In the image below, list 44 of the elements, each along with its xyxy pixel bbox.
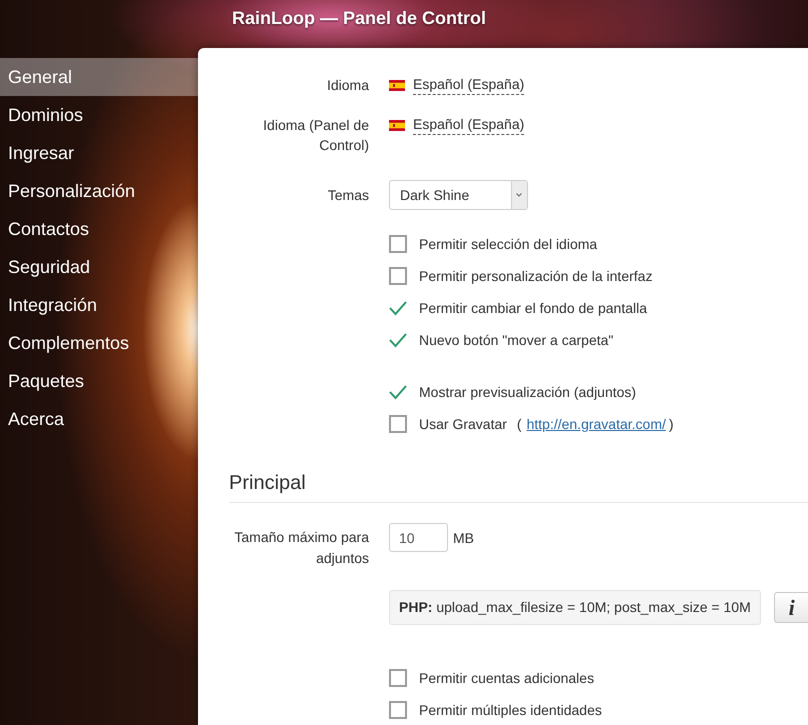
unit-label: MB bbox=[453, 528, 474, 548]
sidebar-item[interactable]: Paquetes bbox=[0, 362, 198, 400]
sidebar-item[interactable]: Personalización bbox=[0, 172, 198, 210]
window-title: RainLoop — Panel de Control bbox=[232, 7, 486, 30]
checkbox-label[interactable]: Permitir personalización de la interfaz bbox=[419, 266, 652, 286]
theme-select[interactable]: Dark Shine bbox=[389, 180, 528, 210]
checkbox-label[interactable]: Permitir cuentas adicionales bbox=[419, 668, 594, 688]
size-input[interactable]: 10 bbox=[389, 523, 448, 552]
section-heading: Principal bbox=[229, 471, 306, 495]
checkbox-label[interactable]: Nuevo botón "mover a carpeta" bbox=[419, 330, 614, 350]
checkbox[interactable] bbox=[389, 267, 407, 285]
checkbox[interactable] bbox=[389, 331, 407, 349]
language-link[interactable]: Español (España) bbox=[413, 115, 524, 135]
checkbox-label[interactable]: Permitir múltiples identidades bbox=[419, 700, 602, 720]
checkbox-label[interactable]: Permitir selección del idioma bbox=[419, 234, 598, 254]
info-button[interactable]: i bbox=[774, 592, 808, 623]
flag-icon bbox=[389, 80, 405, 90]
checkbox[interactable] bbox=[389, 383, 407, 401]
sidebar-item[interactable]: Dominios bbox=[0, 96, 198, 134]
field-label: Temas bbox=[328, 186, 369, 205]
sidebar-item[interactable]: Contactos bbox=[0, 210, 198, 248]
field-label: Idioma bbox=[326, 76, 369, 95]
sidebar-item[interactable]: Seguridad bbox=[0, 248, 198, 286]
checkbox[interactable] bbox=[389, 669, 407, 687]
checkbox-label[interactable]: Usar Gravatar bbox=[419, 414, 507, 434]
website-link[interactable]: http://en.gravatar.com/ bbox=[526, 416, 666, 432]
field-label: Tamaño máximo para adjuntos bbox=[233, 528, 369, 568]
language-link[interactable]: Español (España) bbox=[413, 75, 524, 95]
field-label: Idioma (Panel de Control) bbox=[262, 116, 369, 155]
checkbox[interactable] bbox=[389, 299, 407, 317]
link-note: ( http://en.gravatar.com/ ) bbox=[516, 415, 674, 434]
sidebar-item[interactable]: Integración bbox=[0, 286, 198, 324]
sidebar-item[interactable]: Complementos bbox=[0, 324, 198, 362]
checkbox-label[interactable]: Mostrar previsualización (adjuntos) bbox=[419, 382, 636, 402]
flag-icon bbox=[389, 120, 405, 130]
checkbox[interactable] bbox=[389, 701, 407, 719]
php-limits-note: PHP: upload_max_filesize = 10M; post_max_size = 10M bbox=[389, 590, 761, 625]
caret-icon bbox=[511, 181, 527, 209]
sidebar-item[interactable]: Ingresar bbox=[0, 134, 198, 172]
sidebar-item[interactable]: Acerca bbox=[0, 400, 198, 438]
checkbox-label[interactable]: Permitir cambiar el fondo de pantalla bbox=[419, 298, 648, 318]
sidebar-item[interactable]: General bbox=[0, 58, 198, 96]
checkbox[interactable] bbox=[389, 415, 407, 433]
checkbox[interactable] bbox=[389, 235, 407, 253]
